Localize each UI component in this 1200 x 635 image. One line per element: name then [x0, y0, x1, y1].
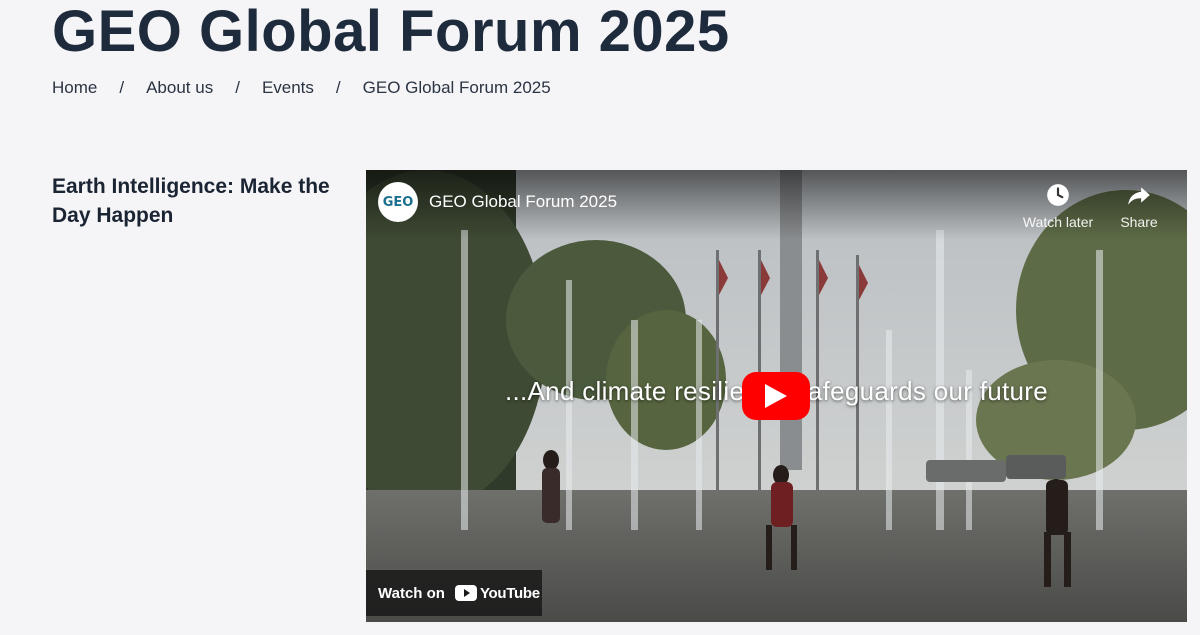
- breadcrumb-separator: /: [335, 78, 341, 97]
- share-button[interactable]: Share: [1099, 182, 1179, 230]
- breadcrumb-about-us[interactable]: About us: [146, 78, 213, 98]
- watch-later-button[interactable]: Watch later: [1018, 182, 1098, 230]
- breadcrumb: Home / About us / Events / GEO Global Fo…: [52, 78, 551, 98]
- youtube-wordmark: YouTube: [479, 584, 540, 602]
- watch-later-label: Watch later: [1022, 214, 1094, 230]
- watch-on-youtube-button[interactable]: Watch on YouTube: [366, 570, 542, 616]
- youtube-logo: YouTube: [454, 584, 540, 602]
- share-label: Share: [1120, 214, 1158, 230]
- play-button[interactable]: [742, 372, 810, 420]
- video-player[interactable]: GEO GEO Global Forum 2025 Watch later Sh…: [366, 170, 1187, 622]
- play-icon: [765, 384, 787, 408]
- breadcrumb-separator: /: [235, 78, 240, 97]
- breadcrumb-current: GEO Global Forum 2025: [362, 78, 551, 97]
- breadcrumb-separator: /: [119, 78, 125, 97]
- breadcrumb-home[interactable]: Home: [52, 78, 97, 98]
- youtube-logo-icon: [454, 585, 477, 601]
- share-icon: [1128, 187, 1150, 205]
- page-title: GEO Global Forum 2025: [52, 0, 730, 64]
- video-title[interactable]: GEO Global Forum 2025: [429, 192, 617, 212]
- watch-on-label: Watch on: [378, 584, 445, 602]
- channel-logo[interactable]: GEO: [378, 182, 418, 222]
- clock-icon: [1047, 184, 1069, 206]
- breadcrumb-events[interactable]: Events: [262, 78, 314, 98]
- section-subtitle: Earth Intelligence: Make the Day Happen: [52, 175, 330, 227]
